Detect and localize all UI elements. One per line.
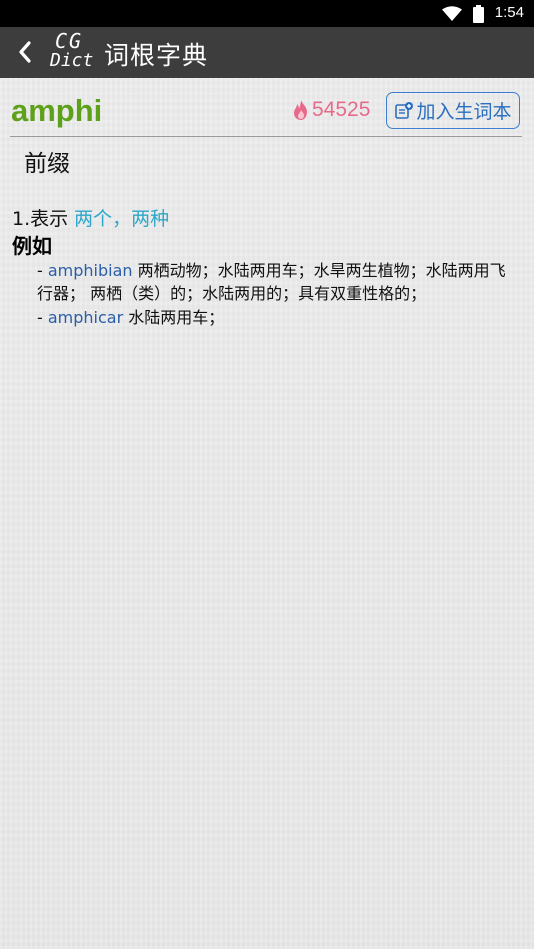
add-to-wordbook-label: 加入生词本	[416, 102, 512, 123]
example-word-link[interactable]: amphicar	[48, 308, 123, 327]
root-word: amphi	[11, 93, 103, 128]
meaning: 1.表示 两个，两种	[12, 204, 169, 231]
app-logo: CG Dict	[50, 30, 96, 74]
logo-bottom-text: Dict	[50, 50, 94, 71]
entry-content: amphi 54525 加入生词本 前缀 1.表示 两个，两种 例如 - amp…	[0, 78, 534, 949]
fire-icon	[294, 100, 307, 120]
battery-icon	[473, 5, 484, 27]
example-definition: 水陆两用车；	[123, 308, 225, 327]
meaning-index: 1.表示	[12, 208, 75, 230]
add-note-icon	[395, 101, 414, 119]
wifi-icon	[442, 6, 462, 26]
example-item: - amphibian 两栖动物；水陆两用车；水旱两生植物；水陆两用飞行器； 两…	[37, 259, 517, 305]
example-bullet: -	[37, 261, 48, 280]
hot-count-value: 54525	[312, 98, 371, 121]
status-bar: 1:54	[0, 0, 534, 27]
hot-count: 54525	[292, 98, 370, 122]
add-to-wordbook-button[interactable]: 加入生词本	[386, 92, 520, 129]
meaning-text: 两个，两种	[74, 208, 170, 230]
examples-label: 例如	[12, 234, 52, 258]
back-button[interactable]	[8, 35, 42, 69]
chevron-left-icon	[19, 41, 31, 63]
logo-top-text: CG	[55, 29, 84, 53]
example-item: - amphicar 水陆两用车；	[37, 306, 517, 329]
part-of-speech: 前缀	[24, 151, 70, 177]
example-bullet: -	[37, 308, 48, 327]
app-bar: CG Dict 词根字典	[0, 27, 534, 78]
status-time: 1:54	[494, 4, 524, 21]
divider	[10, 136, 522, 137]
example-word-link[interactable]: amphibian	[48, 261, 133, 280]
app-title: 词根字典	[104, 41, 209, 70]
